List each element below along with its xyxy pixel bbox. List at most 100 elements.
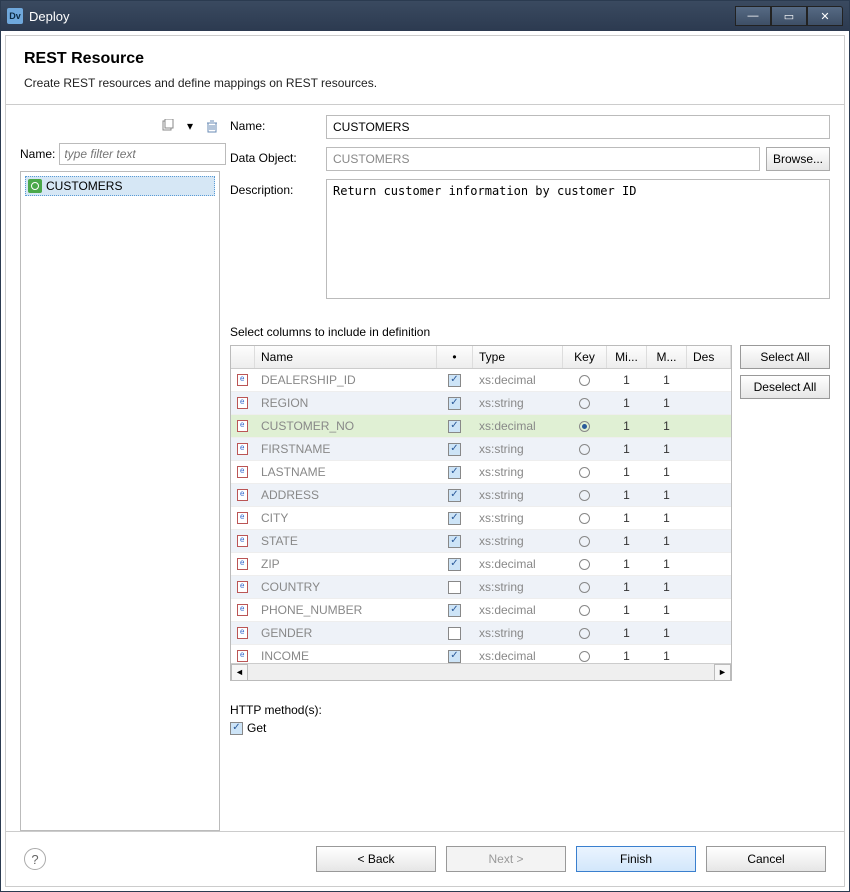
dropdown-icon[interactable]: ▾ (182, 118, 198, 134)
columns-area: Name • Type Key Mi... M... Des DEALERSHI… (230, 345, 830, 681)
row-type: xs:decimal (473, 371, 563, 389)
row-type-icon (231, 487, 255, 503)
finish-button[interactable]: Finish (576, 846, 696, 872)
table-row[interactable]: PHONE_NUMBERxs:decimal11 (231, 599, 731, 622)
key-radio[interactable] (563, 603, 607, 618)
include-checkbox[interactable] (437, 418, 473, 435)
resource-tree[interactable]: CUSTOMERS (20, 171, 220, 831)
row-min: 1 (607, 394, 647, 412)
app-icon: Dv (7, 8, 23, 24)
key-radio[interactable] (563, 511, 607, 526)
row-type: xs:string (473, 463, 563, 481)
row-desc (687, 539, 731, 543)
grid-side-buttons: Select All Deselect All (740, 345, 830, 681)
row-max: 1 (647, 601, 687, 619)
http-get-checkbox[interactable] (230, 722, 243, 735)
include-checkbox[interactable] (437, 510, 473, 527)
trash-icon[interactable] (204, 118, 220, 134)
key-radio[interactable] (563, 488, 607, 503)
col-header-type[interactable]: Type (473, 346, 563, 368)
include-checkbox[interactable] (437, 602, 473, 619)
col-header-desc[interactable]: Des (687, 346, 731, 368)
http-get-row[interactable]: Get (230, 721, 830, 735)
key-radio[interactable] (563, 465, 607, 480)
col-header-max[interactable]: M... (647, 346, 687, 368)
scroll-right-icon[interactable]: ► (714, 664, 731, 681)
key-radio[interactable] (563, 557, 607, 572)
row-type-icon (231, 510, 255, 526)
col-header-icon[interactable] (231, 346, 255, 368)
table-row[interactable]: LASTNAMExs:string11 (231, 461, 731, 484)
row-desc (687, 378, 731, 382)
table-row[interactable]: GENDERxs:string11 (231, 622, 731, 645)
include-checkbox[interactable] (437, 372, 473, 389)
key-radio[interactable] (563, 442, 607, 457)
scroll-track[interactable] (248, 664, 714, 681)
key-radio[interactable] (563, 534, 607, 549)
table-row[interactable]: COUNTRYxs:string11 (231, 576, 731, 599)
table-row[interactable]: REGIONxs:string11 (231, 392, 731, 415)
cancel-button[interactable]: Cancel (706, 846, 826, 872)
row-type-icon (231, 556, 255, 572)
back-button[interactable]: < Back (316, 846, 436, 872)
col-header-include[interactable]: • (437, 346, 473, 368)
table-row[interactable]: DEALERSHIP_IDxs:decimal11 (231, 369, 731, 392)
row-max: 1 (647, 624, 687, 642)
include-checkbox[interactable] (437, 648, 473, 664)
key-radio[interactable] (563, 649, 607, 664)
table-row[interactable]: ZIPxs:decimal11 (231, 553, 731, 576)
name-row: Name: (230, 115, 830, 139)
select-all-button[interactable]: Select All (740, 345, 830, 369)
dataobject-label: Data Object: (230, 147, 320, 165)
key-radio[interactable] (563, 373, 607, 388)
row-name: ADDRESS (255, 486, 437, 504)
titlebar: Dv Deploy — ▭ ✕ (1, 1, 849, 31)
name-input[interactable] (326, 115, 830, 139)
col-header-key[interactable]: Key (563, 346, 607, 368)
include-checkbox[interactable] (437, 464, 473, 481)
filter-input[interactable] (59, 143, 226, 165)
horizontal-scrollbar[interactable]: ◄ ► (231, 663, 731, 680)
help-icon[interactable]: ? (24, 848, 46, 870)
dataobject-input[interactable] (326, 147, 760, 171)
include-checkbox[interactable] (437, 441, 473, 458)
row-min: 1 (607, 578, 647, 596)
row-desc (687, 470, 731, 474)
browse-button[interactable]: Browse... (766, 147, 830, 171)
key-radio[interactable] (563, 396, 607, 411)
row-desc (687, 516, 731, 520)
table-row[interactable]: CUSTOMER_NOxs:decimal11 (231, 415, 731, 438)
include-checkbox[interactable] (437, 487, 473, 504)
copy-icon[interactable] (160, 118, 176, 134)
window-controls: — ▭ ✕ (735, 6, 843, 26)
minimize-button[interactable]: — (735, 6, 771, 26)
deselect-all-button[interactable]: Deselect All (740, 375, 830, 399)
close-button[interactable]: ✕ (807, 6, 843, 26)
table-row[interactable]: ADDRESSxs:string11 (231, 484, 731, 507)
row-name: DEALERSHIP_ID (255, 371, 437, 389)
col-header-name[interactable]: Name (255, 346, 437, 368)
key-radio[interactable] (563, 580, 607, 595)
grid-body[interactable]: DEALERSHIP_IDxs:decimal11REGIONxs:string… (231, 369, 731, 663)
col-header-min[interactable]: Mi... (607, 346, 647, 368)
table-row[interactable]: CITYxs:string11 (231, 507, 731, 530)
description-row: Description: (230, 179, 830, 299)
description-textarea[interactable] (326, 179, 830, 299)
maximize-button[interactable]: ▭ (771, 6, 807, 26)
scroll-left-icon[interactable]: ◄ (231, 664, 248, 681)
include-checkbox[interactable] (437, 556, 473, 573)
row-type-icon (231, 579, 255, 595)
table-row[interactable]: FIRSTNAMExs:string11 (231, 438, 731, 461)
include-checkbox[interactable] (437, 395, 473, 412)
table-row[interactable]: INCOMExs:decimal11 (231, 645, 731, 663)
include-checkbox[interactable] (437, 533, 473, 550)
dialog-header: REST Resource Create REST resources and … (6, 36, 844, 105)
include-checkbox[interactable] (437, 625, 473, 642)
key-radio[interactable] (563, 419, 607, 434)
row-desc (687, 562, 731, 566)
table-row[interactable]: STATExs:string11 (231, 530, 731, 553)
row-type-icon (231, 464, 255, 480)
include-checkbox[interactable] (437, 579, 473, 596)
key-radio[interactable] (563, 626, 607, 641)
tree-item-customers[interactable]: CUSTOMERS (25, 176, 215, 196)
